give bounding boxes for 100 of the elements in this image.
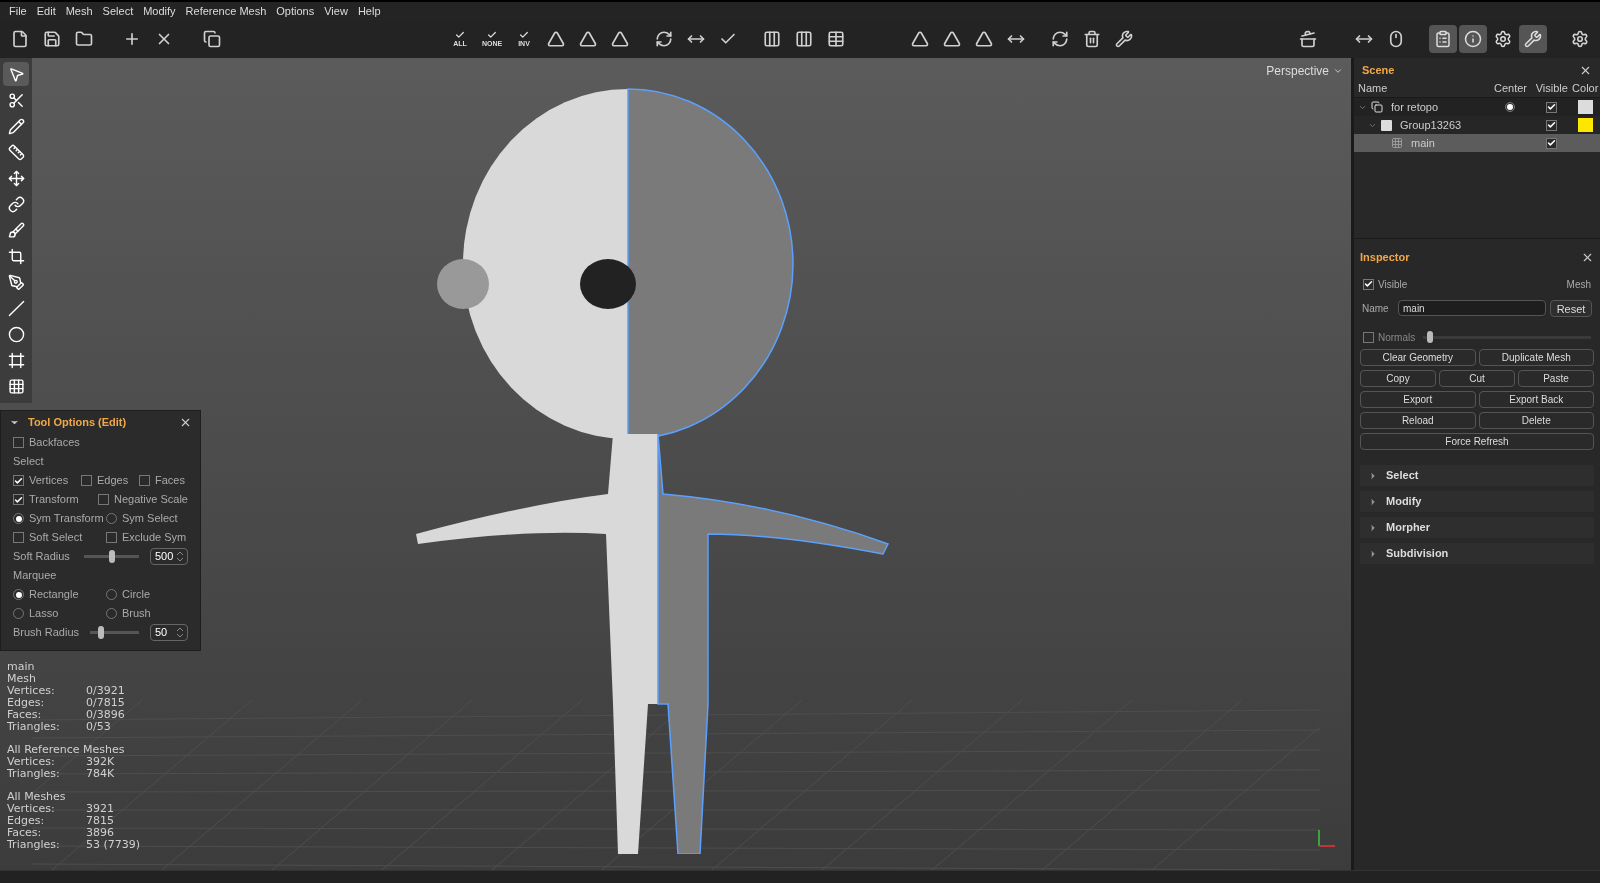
reset-button[interactable]: Reset [1550,299,1592,317]
stat-label: Triangles: [7,839,61,851]
collapsible-section[interactable]: Subdivision [1360,543,1594,564]
radio-button[interactable] [106,513,117,524]
action-button[interactable]: Clear Geometry [1360,349,1476,366]
tool-button[interactable] [3,62,29,86]
checkbox[interactable] [81,475,92,486]
menu-item[interactable]: Edit [31,2,61,20]
scene-row[interactable]: for retopo [1354,98,1600,116]
checkbox[interactable] [13,437,24,448]
crop-icon [7,247,25,265]
scissors-icon [7,91,25,109]
color-swatch[interactable] [1577,100,1593,114]
column-header[interactable]: Visible [1533,80,1571,97]
menu-item[interactable]: Help [352,2,386,20]
collapsible-section[interactable]: Morpher [1360,517,1594,538]
color-swatch[interactable] [1577,118,1593,132]
checkbox[interactable] [13,475,24,486]
radio-label: Sym Select [122,511,178,527]
number-field[interactable]: 50 [150,624,188,641]
checkbox[interactable] [1363,331,1374,343]
menu-item[interactable]: View [319,2,353,20]
grid-icon [7,377,25,395]
action-button[interactable]: Cut [1439,370,1515,387]
panel-toggle[interactable] [1459,25,1487,53]
column-header[interactable]: Name [1354,80,1488,97]
checkbox[interactable] [13,532,24,543]
panel-toggle[interactable] [1519,25,1547,53]
spinner-arrows-icon[interactable] [177,551,183,562]
checkbox[interactable] [13,494,24,505]
visible-checkbox[interactable] [1363,278,1374,290]
scene-row[interactable]: main [1354,134,1600,152]
panel-title: Inspector [1360,249,1411,265]
checkbox-label: Transform [29,492,79,508]
spinner-arrows-icon[interactable] [177,627,183,638]
slider-thumb[interactable] [1426,331,1433,343]
column-header[interactable]: Color [1570,80,1600,97]
checkbox[interactable] [139,475,150,486]
menu-item[interactable]: Modify [138,2,181,20]
menu-item[interactable]: Reference Mesh [180,2,272,20]
slider-track[interactable] [81,550,142,563]
stat-label: Faces: [7,709,43,721]
column-header[interactable]: Center [1487,80,1534,97]
action-button[interactable]: Reload [1360,412,1476,429]
menu-item[interactable]: File [4,2,32,20]
action-button[interactable]: Export [1360,391,1476,408]
stat-label: Triangles: [7,768,61,780]
frame-icon [7,351,25,369]
slider-track[interactable] [1423,331,1591,343]
radio-button[interactable] [106,589,117,600]
visible-checkbox[interactable] [1546,119,1558,131]
center-radio[interactable] [1505,102,1516,112]
visible-checkbox[interactable] [1546,101,1558,113]
menu-item[interactable]: Mesh [60,2,98,20]
number-field[interactable]: 500 [150,548,188,565]
view-dropdown[interactable]: Perspective [1266,62,1343,80]
settings-icon [1494,30,1512,48]
radio-button[interactable] [13,513,24,524]
stat-value: 0/53 [86,721,111,733]
checkbox[interactable] [98,494,109,505]
stat-label: Edges: [7,815,46,827]
stat-value: 392K [86,756,115,768]
radio-button[interactable] [13,608,24,619]
viewport[interactable] [0,58,1351,870]
collapsible-section[interactable]: Select [1360,465,1594,486]
radio-button[interactable] [13,589,24,600]
checkbox-label: Visible [1378,277,1409,292]
checkbox[interactable] [106,532,117,543]
action-button[interactable]: Delete [1478,412,1594,429]
caret-icon [1368,470,1378,481]
collapsible-section[interactable]: Modify [1360,491,1594,512]
check-icon [519,30,529,40]
slider-thumb[interactable] [97,626,104,639]
slider-track[interactable] [87,626,142,639]
info-icon [1464,30,1482,48]
visible-checkbox[interactable] [1546,137,1558,149]
action-button[interactable]: Paste [1518,370,1594,387]
stat-label: All Reference Meshes [7,744,125,756]
action-button[interactable]: Export Back [1478,391,1594,408]
stat-label: Mesh [7,673,37,685]
panel-toggle[interactable] [1429,25,1457,53]
menu-item[interactable]: Select [97,2,139,20]
radio-button[interactable] [106,608,117,619]
caret-icon [1368,548,1378,559]
stat-value: 0/7815 [86,697,125,709]
stat-value: 53 (7739) [86,839,141,851]
action-button[interactable]: Force Refresh [1360,433,1594,450]
pen-icon [7,273,25,291]
checkbox-label: Edges [97,473,129,489]
scene-item-name: for retopo [1391,99,1439,115]
panel-title: Scene [1362,62,1396,78]
mesh-icon [1391,137,1403,149]
name-field[interactable]: main [1398,300,1546,316]
action-button[interactable]: Duplicate Mesh [1478,349,1594,366]
radio-label: Sym Transform [29,511,104,527]
stat-label: Edges: [7,697,46,709]
menu-item[interactable]: Options [271,2,320,20]
slider-thumb[interactable] [108,550,115,563]
stat-value: 3896 [86,827,114,839]
action-button[interactable]: Copy [1360,370,1436,387]
